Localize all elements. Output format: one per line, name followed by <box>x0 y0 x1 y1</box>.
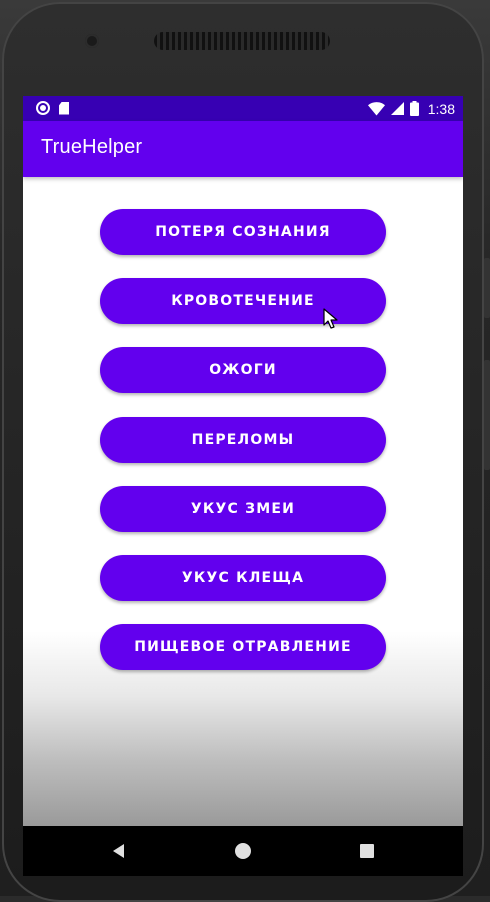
circle-icon <box>36 101 50 115</box>
button-fractures[interactable]: ПЕРЕЛОМЫ <box>100 417 386 463</box>
phone-screen: 1:38 TrueHelper ПОТЕРЯ СОЗНАНИЯ КРОВОТЕЧ… <box>23 96 463 826</box>
wifi-icon <box>367 101 385 115</box>
navigation-bar <box>23 826 463 876</box>
button-unconsciousness[interactable]: ПОТЕРЯ СОЗНАНИЯ <box>100 209 386 255</box>
content-area: ПОТЕРЯ СОЗНАНИЯ КРОВОТЕЧЕНИЕ ОЖОГИ ПЕРЕЛ… <box>23 177 463 826</box>
battery-icon <box>409 101 419 116</box>
earpiece-speaker <box>154 32 330 50</box>
device-frame: 1:38 TrueHelper ПОТЕРЯ СОЗНАНИЯ КРОВОТЕЧ… <box>0 0 490 902</box>
button-bleeding[interactable]: КРОВОТЕЧЕНИЕ <box>100 278 386 324</box>
status-bar: 1:38 <box>23 96 463 121</box>
button-food-poisoning[interactable]: ПИЩЕВОЕ ОТРАВЛЕНИЕ <box>100 624 386 670</box>
signal-icon <box>390 102 404 115</box>
home-icon[interactable] <box>233 841 253 861</box>
button-snake-bite[interactable]: УКУС ЗМЕИ <box>100 486 386 532</box>
mouse-cursor-icon <box>323 308 338 329</box>
button-tick-bite[interactable]: УКУС КЛЕЩА <box>100 555 386 601</box>
power-button[interactable] <box>484 360 490 470</box>
volume-button[interactable] <box>484 258 490 318</box>
app-title: TrueHelper <box>41 136 143 158</box>
recents-icon[interactable] <box>357 841 377 861</box>
status-left <box>36 101 69 115</box>
status-time: 1:38 <box>427 100 455 117</box>
app-bar: TrueHelper <box>23 121 463 177</box>
back-icon[interactable] <box>109 841 129 861</box>
button-burns[interactable]: ОЖОГИ <box>100 347 386 393</box>
front-camera <box>85 34 99 48</box>
status-right: 1:38 <box>367 99 455 118</box>
sd-card-icon <box>59 101 69 115</box>
